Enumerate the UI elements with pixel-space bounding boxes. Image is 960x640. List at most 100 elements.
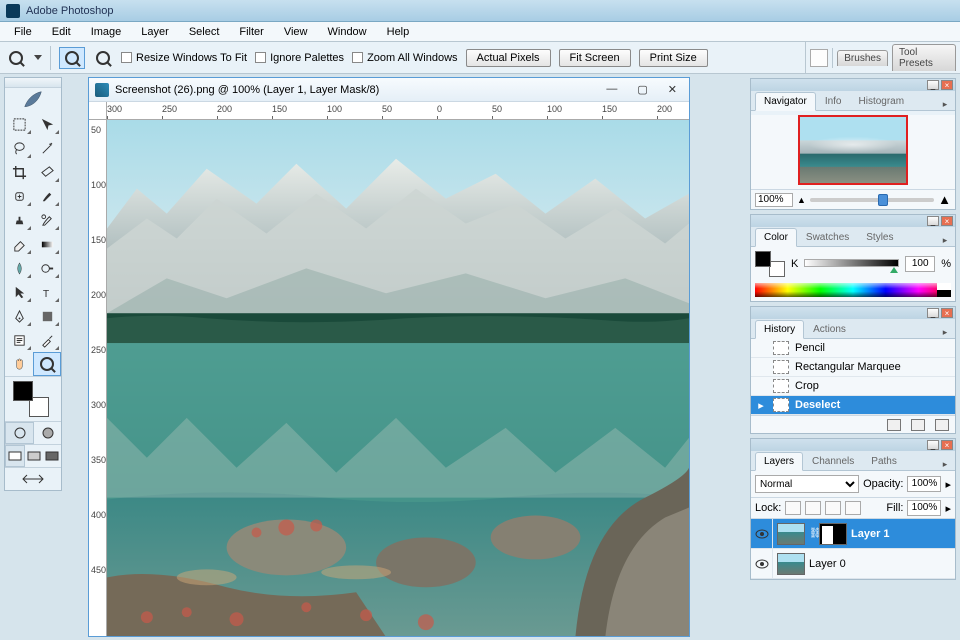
- move-tool[interactable]: [33, 112, 61, 136]
- menu-layer[interactable]: Layer: [131, 23, 179, 41]
- zoom-slider[interactable]: [810, 198, 934, 202]
- panel-menu-button[interactable]: [939, 234, 951, 246]
- color-ramp[interactable]: [755, 283, 951, 297]
- notes-tool[interactable]: [5, 328, 33, 352]
- toolbox-grip[interactable]: [5, 78, 61, 88]
- lock-all-icon[interactable]: [845, 501, 861, 515]
- k-value[interactable]: 100: [905, 256, 935, 272]
- vertical-ruler[interactable]: 50100150200250300350400450: [89, 120, 107, 636]
- screen-mode-standard[interactable]: [5, 445, 25, 467]
- fill-flyout-icon[interactable]: ▸: [945, 502, 951, 515]
- layer-item[interactable]: ⛓Layer 1: [751, 519, 955, 549]
- layer-name[interactable]: Layer 0: [809, 558, 846, 570]
- opacity-value[interactable]: 100%: [907, 476, 941, 492]
- close-button[interactable]: ✕: [668, 83, 677, 96]
- foreground-color-swatch[interactable]: [13, 381, 33, 401]
- minimize-panel-button[interactable]: _: [927, 308, 939, 318]
- zoom-tool[interactable]: [33, 352, 61, 376]
- navigator-tab[interactable]: Navigator: [755, 92, 816, 111]
- layer-thumbnail[interactable]: [777, 553, 805, 575]
- menu-select[interactable]: Select: [179, 23, 230, 41]
- canvas[interactable]: [107, 120, 689, 636]
- fg-color-icon[interactable]: [755, 251, 771, 267]
- new-snapshot-icon[interactable]: [911, 419, 925, 431]
- menu-view[interactable]: View: [274, 23, 318, 41]
- visibility-toggle-icon[interactable]: [751, 519, 773, 548]
- panel-menu-button[interactable]: [939, 458, 951, 470]
- menu-help[interactable]: Help: [377, 23, 420, 41]
- navigator-thumbnail[interactable]: [798, 115, 908, 185]
- slice-tool[interactable]: [33, 160, 61, 184]
- path-selection-tool[interactable]: [5, 280, 33, 304]
- history-item[interactable]: Crop: [751, 377, 955, 396]
- lock-pixels-icon[interactable]: [805, 501, 821, 515]
- paths-tab[interactable]: Paths: [863, 453, 905, 470]
- zoom-input[interactable]: [755, 193, 793, 207]
- layer-mask-thumbnail[interactable]: [819, 523, 847, 545]
- clone-stamp-tool[interactable]: [5, 208, 33, 232]
- print-size-button[interactable]: Print Size: [639, 49, 708, 67]
- lasso-tool[interactable]: [5, 136, 33, 160]
- menu-file[interactable]: File: [4, 23, 42, 41]
- eraser-tool[interactable]: [5, 232, 33, 256]
- healing-brush-tool[interactable]: [5, 184, 33, 208]
- tool-presets-tab[interactable]: Tool Presets: [892, 44, 956, 71]
- fit-screen-button[interactable]: Fit Screen: [559, 49, 631, 67]
- swatches-tab[interactable]: Swatches: [798, 229, 857, 246]
- close-panel-button[interactable]: ×: [941, 80, 953, 90]
- minimize-panel-button[interactable]: _: [927, 80, 939, 90]
- layer-thumbnail[interactable]: [777, 523, 805, 545]
- close-panel-button[interactable]: ×: [941, 216, 953, 226]
- document-titlebar[interactable]: Screenshot (26).png @ 100% (Layer 1, Lay…: [89, 78, 689, 102]
- layer-name[interactable]: Layer 1: [851, 528, 890, 540]
- history-item[interactable]: Pencil: [751, 339, 955, 358]
- shape-tool[interactable]: [33, 304, 61, 328]
- horizontal-ruler[interactable]: 30025020015010050050100150200: [107, 102, 689, 120]
- current-tool-icon[interactable]: [6, 48, 26, 68]
- layer-item[interactable]: Layer 0: [751, 549, 955, 579]
- marquee-tool[interactable]: [5, 112, 33, 136]
- k-slider[interactable]: [804, 259, 899, 269]
- brushes-tab[interactable]: Brushes: [837, 50, 888, 66]
- bg-color-icon[interactable]: [769, 261, 785, 277]
- quick-mask-mode-button[interactable]: [34, 422, 61, 444]
- brush-tool[interactable]: [33, 184, 61, 208]
- info-tab[interactable]: Info: [817, 93, 850, 110]
- visibility-toggle-icon[interactable]: [751, 549, 773, 578]
- fill-value[interactable]: 100%: [907, 500, 941, 516]
- magic-wand-tool[interactable]: [33, 136, 61, 160]
- new-document-from-state-icon[interactable]: [887, 419, 901, 431]
- minimize-panel-button[interactable]: _: [927, 216, 939, 226]
- minimize-panel-button[interactable]: _: [927, 440, 939, 450]
- lock-position-icon[interactable]: [825, 501, 841, 515]
- hand-tool[interactable]: [5, 352, 33, 376]
- gradient-tool[interactable]: [33, 232, 61, 256]
- actual-pixels-button[interactable]: Actual Pixels: [466, 49, 551, 67]
- layers-tab[interactable]: Layers: [755, 452, 803, 471]
- history-brush-tool[interactable]: [33, 208, 61, 232]
- history-item[interactable]: Rectangular Marquee: [751, 358, 955, 377]
- zoom-out-button[interactable]: [93, 48, 113, 68]
- type-tool[interactable]: T: [33, 280, 61, 304]
- minimize-button[interactable]: —: [606, 83, 617, 96]
- menu-filter[interactable]: Filter: [229, 23, 273, 41]
- standard-mode-button[interactable]: [5, 422, 34, 444]
- close-panel-button[interactable]: ×: [941, 440, 953, 450]
- ruler-origin[interactable]: [89, 102, 107, 120]
- channels-tab[interactable]: Channels: [804, 453, 862, 470]
- blur-tool[interactable]: [5, 256, 33, 280]
- delete-state-icon[interactable]: [935, 419, 949, 431]
- panel-menu-button[interactable]: [939, 98, 951, 110]
- histogram-tab[interactable]: Histogram: [851, 93, 913, 110]
- history-tab[interactable]: History: [755, 320, 804, 339]
- screen-mode-full[interactable]: [43, 445, 61, 467]
- zoom-all-checkbox[interactable]: Zoom All Windows: [352, 52, 457, 64]
- eyedropper-tool[interactable]: [33, 328, 61, 352]
- pen-tool[interactable]: [5, 304, 33, 328]
- color-tab[interactable]: Color: [755, 228, 797, 247]
- resize-windows-checkbox[interactable]: Resize Windows To Fit: [121, 52, 247, 64]
- tool-preset-dropdown-icon[interactable]: [34, 55, 42, 60]
- color-swatches[interactable]: [9, 381, 53, 417]
- menu-edit[interactable]: Edit: [42, 23, 81, 41]
- file-browser-icon[interactable]: [810, 49, 828, 67]
